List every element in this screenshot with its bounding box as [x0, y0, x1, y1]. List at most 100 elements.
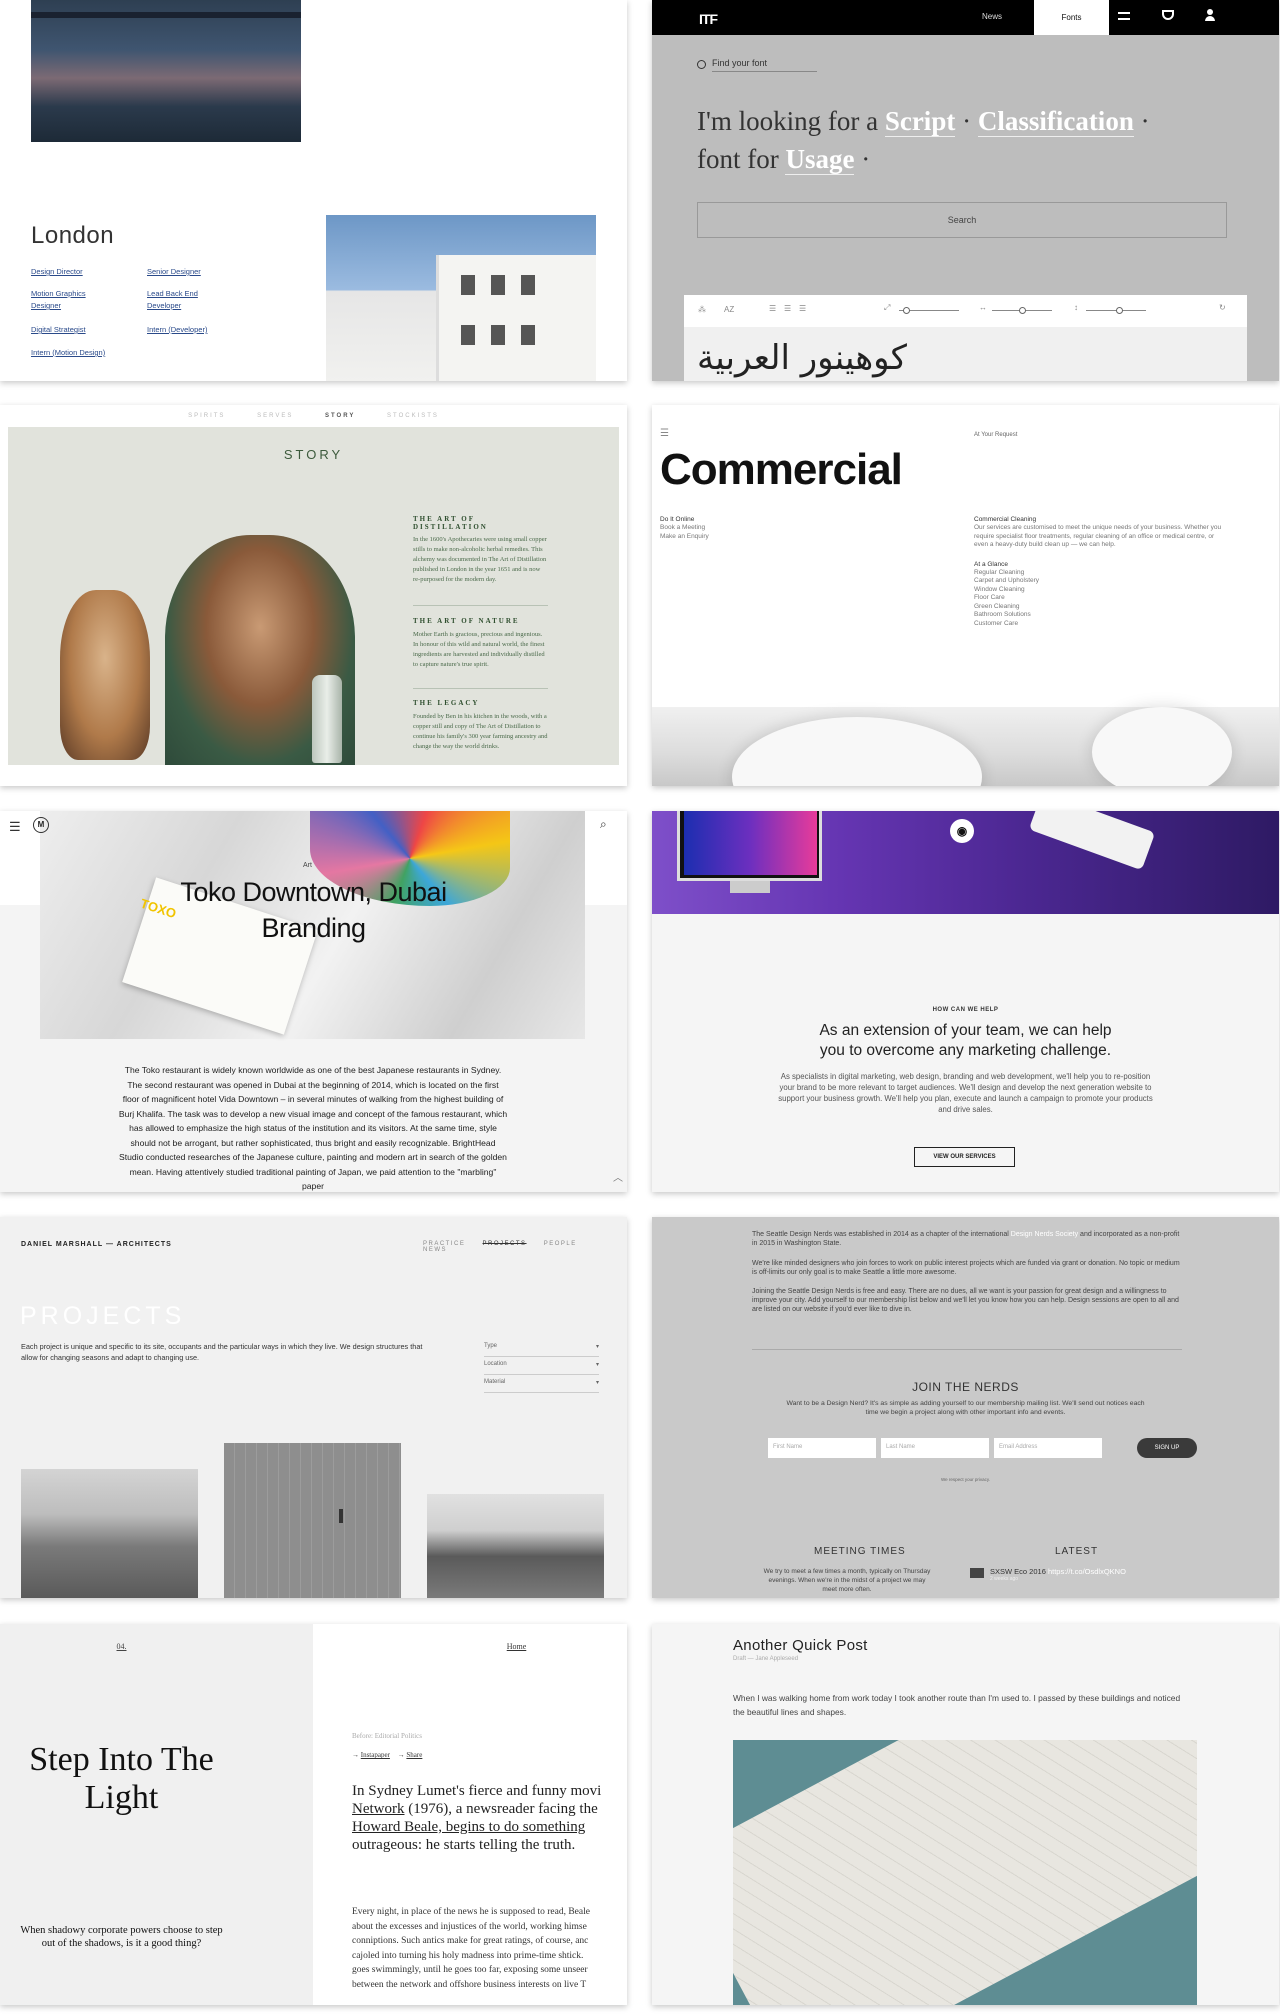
service-details: Commercial Cleaning Our services are cus… — [974, 515, 1224, 628]
nav-news[interactable]: NEWS — [423, 1247, 447, 1253]
font-search-input[interactable]: Find your font — [712, 58, 817, 72]
headline-prefix: I'm looking for a — [697, 106, 879, 136]
lede-line: (1976), a newsreader facing the — [404, 1801, 598, 1817]
filter-label: Location — [484, 1361, 507, 1367]
project-thumbnail[interactable] — [21, 1469, 198, 1598]
first-name-field[interactable]: First Name — [768, 1438, 876, 1458]
story-title: STORY — [283, 447, 344, 462]
project-description: The Toko restaurant is widely known worl… — [118, 1065, 508, 1191]
request-link[interactable]: At Your Request — [974, 432, 1017, 438]
title-line-1: Toko Downtown, Dubai — [180, 877, 447, 907]
category-label[interactable]: Art — [303, 862, 312, 869]
glance-item[interactable]: Customer Care — [974, 620, 1224, 629]
email-field[interactable]: Email Address — [994, 1438, 1102, 1458]
marketing-agency-card: ◉ HOW CAN WE HELP As an extension of you… — [652, 811, 1279, 1192]
menu-icon[interactable] — [1118, 12, 1130, 20]
job-link-lead-back-end[interactable]: Lead Back End — [147, 288, 198, 299]
job-link-design-director[interactable]: Design Director — [31, 266, 83, 277]
book-meeting-link[interactable]: Book a Meeting — [660, 524, 709, 533]
tab-serves[interactable]: SERVES — [257, 413, 293, 419]
section-heading: THE ART OF NATURE — [413, 617, 520, 625]
menu-icon[interactable]: ☰ — [660, 428, 669, 439]
job-link-lead-back-end-line2[interactable]: Developer — [147, 300, 181, 311]
tweet-thumbnail-icon — [970, 1568, 984, 1578]
glance-item[interactable]: Window Cleaning — [974, 586, 1224, 595]
nav-people[interactable]: PEOPLE — [544, 1241, 577, 1247]
design-nerds-society-link[interactable]: Design Nerds Society — [1011, 1231, 1078, 1238]
section-heading: THE LEGACY — [413, 699, 480, 707]
site-logo[interactable]: ITF — [699, 11, 718, 27]
issue-number[interactable]: 04. — [0, 1642, 243, 1651]
make-enquiry-link[interactable]: Make an Enquiry — [660, 533, 709, 542]
page-title: Commercial — [660, 445, 903, 494]
play-icon[interactable]: ◉ — [950, 819, 974, 843]
scroll-top-icon[interactable]: ︿ — [613, 1169, 623, 1184]
home-link[interactable]: Home — [313, 1642, 627, 1651]
usage-selector[interactable]: Usage — [785, 144, 855, 175]
job-link-digital-strategist[interactable]: Digital Strategist — [31, 324, 86, 335]
align-left-icon[interactable]: ☰ — [769, 304, 776, 313]
do-it-online-link[interactable]: Do It Online — [660, 515, 709, 524]
signup-button[interactable]: SIGN UP — [1137, 1438, 1197, 1458]
site-brand[interactable]: DANIEL MARSHALL — ARCHITECTS — [21, 1241, 172, 1248]
mission-paragraph: We're like minded designers who join for… — [752, 1260, 1180, 1277]
project-thumbnail[interactable] — [427, 1494, 604, 1598]
user-icon[interactable] — [1205, 9, 1215, 21]
share-link[interactable]: Share — [406, 1751, 422, 1759]
job-link-intern-motion[interactable]: Intern (Motion Design) — [31, 347, 105, 358]
job-link-motion-graphics[interactable]: Motion Graphics — [31, 288, 86, 299]
filter-material[interactable]: Material ▾ — [484, 1375, 599, 1393]
filter-label: Type — [484, 1343, 498, 1349]
align-right-icon[interactable]: ☰ — [799, 304, 806, 313]
last-name-field[interactable]: Last Name — [881, 1438, 989, 1458]
job-link-motion-graphics-line2[interactable]: Designer — [31, 300, 61, 311]
site-logo[interactable]: M — [33, 817, 49, 833]
size-slider-handle[interactable] — [903, 307, 910, 314]
main-nav: PRACTICE PROJECTS PEOPLE NEWS — [423, 1241, 627, 1253]
glance-item[interactable]: Floor Care — [974, 594, 1224, 603]
section-text: Mother Earth is gracious, precious and i… — [413, 631, 545, 668]
tab-stockists[interactable]: STOCKISTS — [387, 413, 439, 419]
share-links: → Instapaper → Share — [352, 1751, 423, 1759]
classification-selector[interactable]: Classification — [977, 106, 1134, 137]
glance-item[interactable]: Regular Cleaning — [974, 569, 1224, 578]
architects-projects-card: DANIEL MARSHALL — ARCHITECTS PRACTICE PR… — [0, 1217, 627, 1598]
post-title[interactable]: Another Quick Post — [733, 1637, 868, 1654]
job-link-senior-designer[interactable]: Senior Designer — [147, 266, 201, 277]
network-link[interactable]: Network — [352, 1801, 405, 1817]
glance-item[interactable]: Bathroom Solutions — [974, 611, 1224, 620]
previous-article-link[interactable]: Before: Editorial Politics — [352, 1732, 422, 1740]
font-style-icon[interactable]: ⁂ — [698, 305, 706, 314]
align-center-icon[interactable]: ☰ — [784, 304, 791, 313]
search-icon[interactable]: ⌕ — [600, 817, 607, 832]
monitor-stand — [730, 881, 770, 893]
glance-item[interactable]: Carpet and Upholstery — [974, 577, 1224, 586]
leading-slider-handle[interactable] — [1116, 307, 1123, 314]
job-link-intern-developer[interactable]: Intern (Developer) — [147, 324, 207, 335]
page-title: PROJECTS — [20, 1302, 186, 1330]
post-body: When I was walking home from work today … — [733, 1693, 1181, 1717]
arabic-specimen[interactable]: كوهينور العربية — [697, 338, 907, 378]
latest-tweet: SXSW Eco 2016 https://t.co/OsdlxQKNO 2 w… — [990, 1567, 1126, 1582]
tab-spirits[interactable]: SPIRITS — [188, 413, 225, 419]
view-services-button[interactable]: VIEW OUR SERVICES — [914, 1147, 1015, 1167]
case-toggle[interactable]: AZ — [724, 305, 734, 314]
filter-type[interactable]: Type ▾ — [484, 1339, 599, 1357]
nav-projects[interactable]: PROJECTS — [483, 1241, 527, 1247]
lede-line: outrageous: he starts telling the truth. — [352, 1837, 576, 1853]
tweet-link[interactable]: https://t.co/OsdlxQKNO — [1048, 1567, 1126, 1576]
menu-icon[interactable]: ☰ — [9, 819, 21, 835]
instapaper-link[interactable]: Instapaper — [361, 1751, 390, 1759]
script-selector[interactable]: Script — [884, 106, 956, 137]
nav-news[interactable]: News — [982, 12, 1002, 21]
reset-icon[interactable]: ↻ — [1219, 303, 1226, 312]
filter-location[interactable]: Location ▾ — [484, 1357, 599, 1375]
glance-heading: At a Glance — [974, 560, 1008, 568]
glance-item[interactable]: Green Cleaning — [974, 603, 1224, 612]
wall-light — [339, 1509, 343, 1523]
project-thumbnail[interactable] — [224, 1443, 401, 1598]
tracking-slider-handle[interactable] — [1019, 307, 1026, 314]
search-button[interactable]: Search — [697, 202, 1227, 238]
tab-story[interactable]: STORY — [325, 413, 355, 419]
nav-fonts[interactable]: Fonts — [1034, 0, 1109, 35]
